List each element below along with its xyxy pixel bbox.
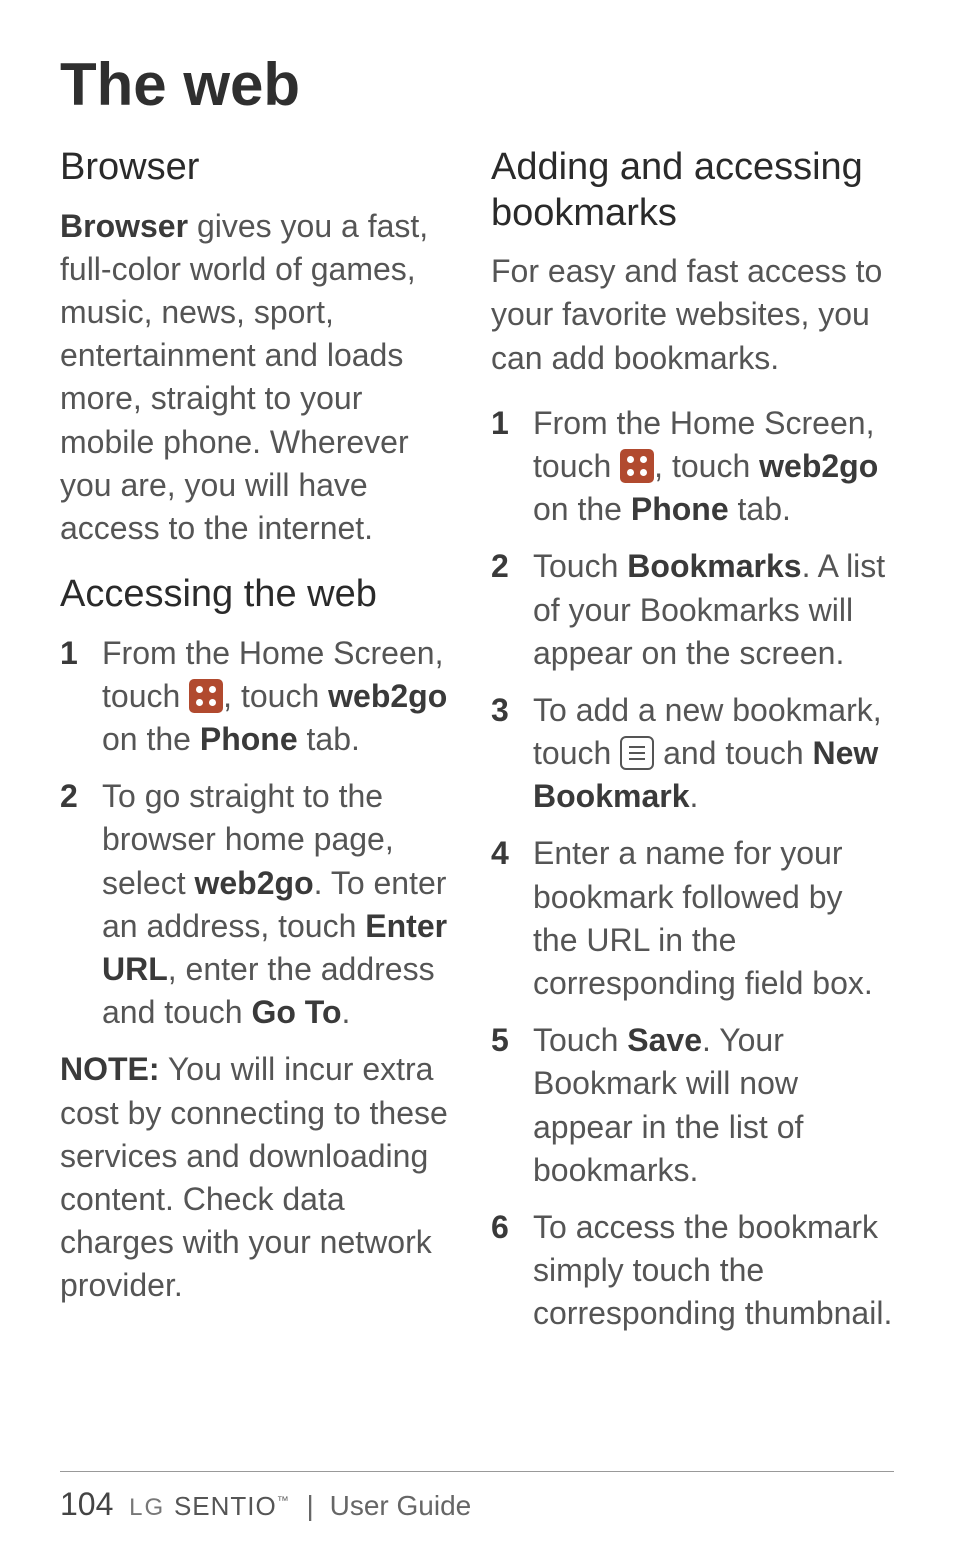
note-text: You will incur extra cost by connecting … — [60, 1051, 448, 1303]
text: on the — [533, 491, 631, 527]
page-number: 104 — [60, 1486, 113, 1522]
step-number: 2 — [491, 545, 509, 588]
step-number: 1 — [60, 632, 78, 675]
list-item: 1 From the Home Screen, touch , touch we… — [60, 632, 463, 762]
text: and touch — [654, 735, 812, 771]
content-columns: Browser Browser gives you a fast, full-c… — [60, 139, 894, 1350]
bold-web2go: web2go — [194, 865, 313, 901]
page-footer: 104 LG SENTIO™ | User Guide — [60, 1471, 894, 1523]
text-browser-desc: gives you a fast, full-color world of ga… — [60, 208, 428, 546]
bold-phone: Phone — [631, 491, 729, 527]
bold-save: Save — [627, 1022, 702, 1058]
step-number: 4 — [491, 832, 509, 875]
paragraph-browser: Browser gives you a fast, full-color wor… — [60, 205, 463, 551]
left-column: Browser Browser gives you a fast, full-c… — [60, 139, 463, 1350]
menu-icon — [620, 736, 654, 770]
right-column: Adding and accessing bookmarks For easy … — [491, 139, 894, 1350]
brand: LG SENTIO™ — [129, 1490, 298, 1521]
heading-accessing-web: Accessing the web — [60, 572, 463, 618]
text: . — [690, 778, 699, 814]
note: NOTE: You will incur extra cost by conne… — [60, 1048, 463, 1307]
text: tab. — [298, 721, 360, 757]
apps-grid-icon — [620, 449, 654, 483]
list-item: 5 Touch Save. Your Bookmark will now app… — [491, 1019, 894, 1192]
text: , touch — [223, 678, 328, 714]
bold-web2go: web2go — [328, 678, 447, 714]
lg-logo-text: LG — [129, 1494, 165, 1521]
note-label: NOTE: — [60, 1051, 160, 1087]
guide-label: User Guide — [330, 1490, 472, 1521]
step-number: 1 — [491, 402, 509, 445]
sentio-text: SENTIO — [174, 1491, 277, 1521]
steps-bookmarks: 1 From the Home Screen, touch , touch we… — [491, 402, 894, 1336]
step-number: 5 — [491, 1019, 509, 1062]
heading-bookmarks: Adding and accessing bookmarks — [491, 145, 894, 236]
separator: | — [307, 1490, 314, 1521]
heading-browser: Browser — [60, 145, 463, 191]
text: Touch — [533, 548, 627, 584]
bold-web2go: web2go — [759, 448, 878, 484]
text: , touch — [654, 448, 759, 484]
steps-accessing-web: 1 From the Home Screen, touch , touch we… — [60, 632, 463, 1035]
list-item: 1 From the Home Screen, touch , touch we… — [491, 402, 894, 532]
step-number: 2 — [60, 775, 78, 818]
bold-phone: Phone — [200, 721, 298, 757]
list-item: 4 Enter a name for your bookmark followe… — [491, 832, 894, 1005]
apps-grid-icon — [189, 679, 223, 713]
list-item: 2 To go straight to the browser home pag… — [60, 775, 463, 1034]
text: on the — [102, 721, 200, 757]
text: Touch — [533, 1022, 627, 1058]
paragraph-bookmarks: For easy and fast access to your favorit… — [491, 250, 894, 380]
list-item: 6 To access the bookmark simply touch th… — [491, 1206, 894, 1336]
bold-bookmarks: Bookmarks — [627, 548, 801, 584]
trademark-symbol: ™ — [277, 1494, 290, 1508]
text: tab. — [729, 491, 791, 527]
step-number: 6 — [491, 1206, 509, 1249]
list-item: 3 To add a new bookmark, touch and touch… — [491, 689, 894, 819]
list-item: 2 Touch Bookmarks. A list of your Bookma… — [491, 545, 894, 675]
step-number: 3 — [491, 689, 509, 732]
text: Enter a name for your bookmark followed … — [533, 835, 873, 1001]
text: . — [342, 994, 351, 1030]
page-title: The web — [60, 50, 894, 119]
text: To access the bookmark simply touch the … — [533, 1209, 892, 1331]
bold-go-to: Go To — [251, 994, 341, 1030]
bold-browser: Browser — [60, 208, 188, 244]
